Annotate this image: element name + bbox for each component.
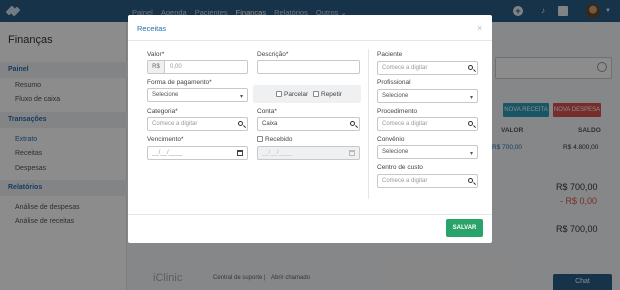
categoria-label: Categoria*: [147, 108, 178, 115]
recebido-placeholder: __/__/____: [262, 150, 293, 156]
parcelar-label: Parcelar: [284, 91, 309, 98]
calendar-icon: [349, 150, 355, 156]
valor-field[interactable]: R$ 0,00: [147, 60, 248, 74]
descricao-label: Descrição*: [257, 51, 289, 58]
recebido-checkbox[interactable]: [257, 136, 263, 142]
procedimento-label: Procedimento: [377, 108, 418, 115]
categoria-placeholder: Comece a digitar: [152, 121, 198, 127]
vencimento-date-field[interactable]: __/__/____: [147, 146, 248, 160]
categoria-input[interactable]: Comece a digitar: [147, 117, 248, 131]
search-icon: [238, 121, 243, 126]
procedimento-placeholder: Comece a digitar: [382, 121, 428, 127]
centro-custo-placeholder: Comece a digitar: [382, 178, 428, 184]
divider: [128, 40, 492, 41]
forma-pagamento-value: Selecione: [152, 92, 179, 98]
repetir-checkbox[interactable]: [313, 91, 319, 97]
divider: [128, 214, 492, 215]
paciente-input[interactable]: Comece a digitar: [377, 61, 478, 75]
valor-placeholder: 0,00: [170, 64, 182, 70]
calendar-icon[interactable]: [237, 150, 243, 156]
recebido-label: Recebido: [265, 136, 293, 143]
procedimento-input[interactable]: Comece a digitar: [377, 117, 478, 131]
profissional-select[interactable]: Selecione ▾: [377, 89, 478, 103]
chevron-down-icon: ▾: [469, 151, 473, 157]
chevron-down-icon: ▾: [239, 94, 243, 100]
valor-label: Valor*: [147, 51, 165, 58]
vencimento-placeholder: __/__/____: [152, 150, 183, 156]
repetir-label: Repetir: [321, 91, 342, 98]
conta-value: Caixa: [262, 121, 278, 127]
search-icon: [468, 65, 473, 70]
convenio-select[interactable]: Selecione ▾: [377, 145, 478, 159]
profissional-label: Profissional: [377, 79, 411, 86]
search-icon: [468, 121, 473, 126]
save-button[interactable]: SALVAR: [446, 219, 483, 237]
close-icon[interactable]: ×: [477, 24, 482, 33]
conta-input[interactable]: Caixa: [257, 117, 360, 131]
paciente-placeholder: Comece a digitar: [382, 65, 428, 71]
paciente-label: Paciente: [377, 51, 403, 58]
convenio-label: Convênio: [377, 136, 405, 143]
currency-prefix: R$: [148, 61, 165, 73]
vencimento-label: Vencimento*: [147, 136, 184, 143]
recebido-date-field: __/__/____: [257, 146, 360, 160]
receitas-modal: Receitas × Valor* R$ 0,00 Descrição* For…: [128, 15, 492, 243]
descricao-field[interactable]: [257, 60, 360, 74]
chevron-down-icon: ▾: [469, 95, 473, 101]
column-divider: [368, 49, 369, 199]
parcelar-checkbox[interactable]: [276, 91, 282, 97]
convenio-value: Selecione: [382, 149, 409, 155]
conta-label: Conta*: [257, 108, 277, 115]
centro-custo-label: Centro de custo: [377, 164, 423, 171]
forma-pagamento-select[interactable]: Selecione ▾: [147, 88, 248, 102]
centro-custo-input[interactable]: Comece a digitar: [377, 174, 478, 188]
search-icon: [350, 121, 355, 126]
profissional-value: Selecione: [382, 93, 409, 99]
modal-title: Receitas: [137, 24, 167, 33]
forma-pagamento-label: Forma de pagamento*: [147, 79, 212, 86]
search-icon: [468, 178, 473, 183]
